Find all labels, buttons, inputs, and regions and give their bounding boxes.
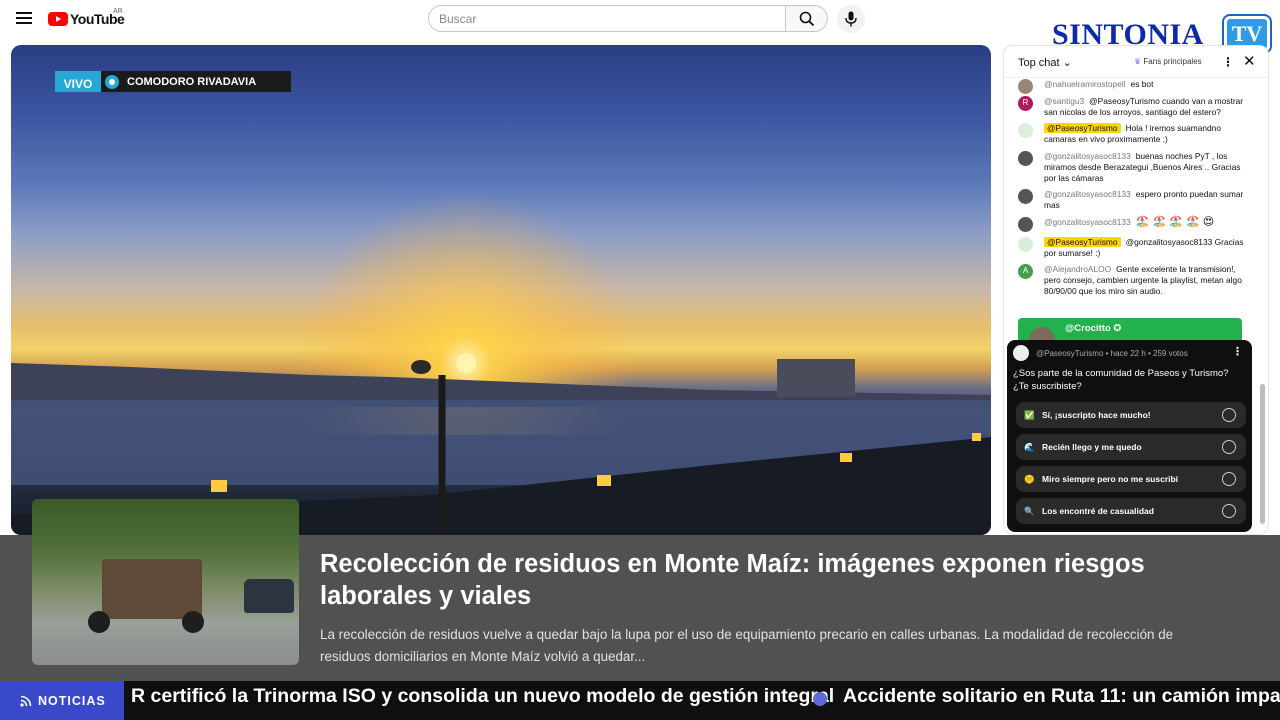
message-text: es bot: [1130, 79, 1154, 89]
news-thumbnail: [32, 499, 299, 665]
chat-message: @nahuelramirostopell es bot: [1004, 79, 1254, 94]
avatar: [1018, 189, 1033, 205]
poll-option-label: Sí, ¡suscripto hace mucho!: [1042, 410, 1151, 420]
voice-search-button[interactable]: [837, 5, 865, 33]
menu-icon[interactable]: [16, 12, 32, 24]
message-author[interactable]: @gonzalitosyasoc8133: [1044, 151, 1131, 161]
mic-icon: [845, 11, 857, 27]
check-emoji-icon: ✅: [1024, 409, 1035, 420]
radio-button[interactable]: [1222, 472, 1236, 486]
more-vert-icon[interactable]: ⋮: [1232, 345, 1243, 358]
poll-option[interactable]: 🌊 Recién llego y me quedo: [1016, 434, 1246, 460]
poll-option[interactable]: 🔍 Los encontré de casualidad: [1016, 498, 1246, 524]
message-author-owner[interactable]: @PaseosyTurismo: [1044, 123, 1121, 134]
radio-button[interactable]: [1222, 408, 1236, 422]
location-pin-icon: [105, 74, 119, 89]
avatar: A: [1018, 264, 1033, 280]
location-label: COMODORO RIVADAVIA: [101, 71, 291, 92]
crown-icon: ♛: [1134, 57, 1142, 66]
members-filter[interactable]: ♛ Fans principales: [1134, 57, 1202, 66]
live-location-tag: VIVO COMODORO RIVADAVIA: [55, 71, 291, 92]
poll-card: @PaseosyTurismo • hace 22 h • 259 votos …: [1007, 340, 1252, 532]
avatar: R: [1018, 95, 1033, 111]
chevron-down-icon: ⌄: [1062, 57, 1072, 69]
verified-icon: ✪: [1113, 323, 1122, 334]
chat-message: @PaseosyTurismo @gonzalitosyasoc8133 Grac…: [1004, 236, 1254, 259]
chat-message: @gonzalitosyasoc8133 buenas noches PyT , …: [1004, 150, 1254, 183]
poll-question: ¿Sos parte de la comunidad de Paseos y T…: [1013, 368, 1229, 392]
garbage-cart: [102, 559, 202, 619]
chat-messages: @nahuelramirostopell es bot R @santigu3 @Pa…: [1004, 79, 1254, 303]
poll-option[interactable]: 🤫 Miro siempre pero no me suscribí: [1016, 466, 1246, 492]
rss-icon: [20, 695, 32, 707]
chat-header: Top chat ⌄ ♛ Fans principales ⋮ ✕: [1004, 46, 1268, 78]
more-vert-icon[interactable]: ⋮: [1222, 55, 1234, 69]
message-author-owner[interactable]: @PaseosyTurismo: [1044, 236, 1121, 247]
ticker-item: Accidente solitario en Ruta 11: un camió…: [843, 685, 1280, 707]
scrollbar-thumb[interactable]: [1260, 384, 1265, 524]
message-author[interactable]: @nahuelramirostopell: [1044, 79, 1126, 89]
parked-car: [244, 579, 294, 613]
wave-emoji-icon: 🌊: [1024, 441, 1035, 452]
ticker-label-text: NOTICIAS: [38, 693, 106, 708]
chat-message: @PaseosyTurismo Hola ! iremos suamandno c…: [1004, 123, 1254, 145]
live-badge: VIVO: [55, 71, 101, 92]
search-button[interactable]: [786, 5, 828, 32]
sunset-scene: [11, 195, 991, 535]
chat-mode-dropdown[interactable]: Top chat ⌄: [1018, 56, 1072, 69]
ticker-label: NOTICIAS: [0, 681, 124, 720]
message-author[interactable]: @gonzalitosyasoc8133: [1044, 217, 1131, 227]
cart-wheel: [88, 611, 110, 633]
radio-button[interactable]: [1222, 440, 1236, 454]
chat-message: A @AlejandroALOO Gente excelente la transm…: [1004, 264, 1254, 296]
country-code: AR: [113, 8, 123, 15]
message-author[interactable]: @santigu3: [1044, 96, 1084, 106]
poll-option-label: Miro siempre pero no me suscribí: [1042, 474, 1179, 484]
radio-button[interactable]: [1222, 504, 1236, 518]
news-ticker: R certificó la Trinorma ISO y consolida …: [0, 681, 1280, 720]
members-label: Fans principales: [1143, 57, 1202, 66]
ticker-separator-icon: [813, 692, 827, 706]
message-author[interactable]: @AlejandroALOO: [1044, 264, 1111, 274]
message-author[interactable]: @gonzalitosyasoc8133: [1044, 189, 1131, 199]
avatar: [1018, 79, 1033, 94]
poll-option-label: Recién llego y me quedo: [1042, 442, 1142, 452]
search-input[interactable]: [428, 5, 786, 32]
avatar: [1018, 123, 1033, 139]
news-summary: La recolección de residuos vuelve a qued…: [320, 627, 1174, 664]
location-name: COMODORO RIVADAVIA: [127, 75, 257, 88]
shush-emoji-icon: 🤫: [1024, 473, 1035, 484]
news-headline: Recolección de residuos en Monte Maíz: i…: [320, 550, 1145, 610]
poll-option-label: Los encontré de casualidad: [1042, 506, 1154, 516]
magnifier-emoji-icon: 🔍: [1024, 505, 1035, 516]
chat-mode-label: Top chat: [1018, 57, 1060, 69]
youtube-play-icon: [48, 12, 68, 26]
chat-message: @gonzalitosyasoc8133 🏖️ 🏖️ 🏖️ 🏖️ 😍: [1004, 215, 1254, 232]
close-icon[interactable]: ✕: [1243, 52, 1256, 70]
video-player[interactable]: VIVO COMODORO RIVADAVIA: [11, 45, 991, 535]
super-chat-author: @Crocitto ✪: [1065, 323, 1122, 334]
poll-meta: @PaseosyTurismo • hace 22 h • 259 votos: [1036, 348, 1188, 358]
cart-wheel: [182, 611, 204, 633]
avatar: [1018, 236, 1033, 252]
screen: YouTube AR Buscar VIVO COMODORO RIVADAVI…: [0, 0, 1280, 720]
search-icon: [799, 11, 814, 26]
poll-header: @PaseosyTurismo • hace 22 h • 259 votos: [1013, 345, 1188, 361]
avatar: [1018, 216, 1033, 232]
chat-scrollbar[interactable]: [1259, 84, 1265, 534]
channel-avatar: [1013, 345, 1029, 361]
ticker-item: R certificó la Trinorma ISO y consolida …: [131, 685, 835, 707]
avatar: [1018, 150, 1033, 166]
poll-option[interactable]: ✅ Sí, ¡suscripto hace mucho!: [1016, 402, 1246, 428]
chat-message: R @santigu3 @PaseosyTurismo cuando van a m…: [1004, 95, 1254, 118]
message-text: 🏖️ 🏖️ 🏖️ 🏖️ 😍: [1135, 215, 1215, 228]
chat-message: @gonzalitosyasoc8133 espero pronto puedan…: [1004, 189, 1254, 211]
